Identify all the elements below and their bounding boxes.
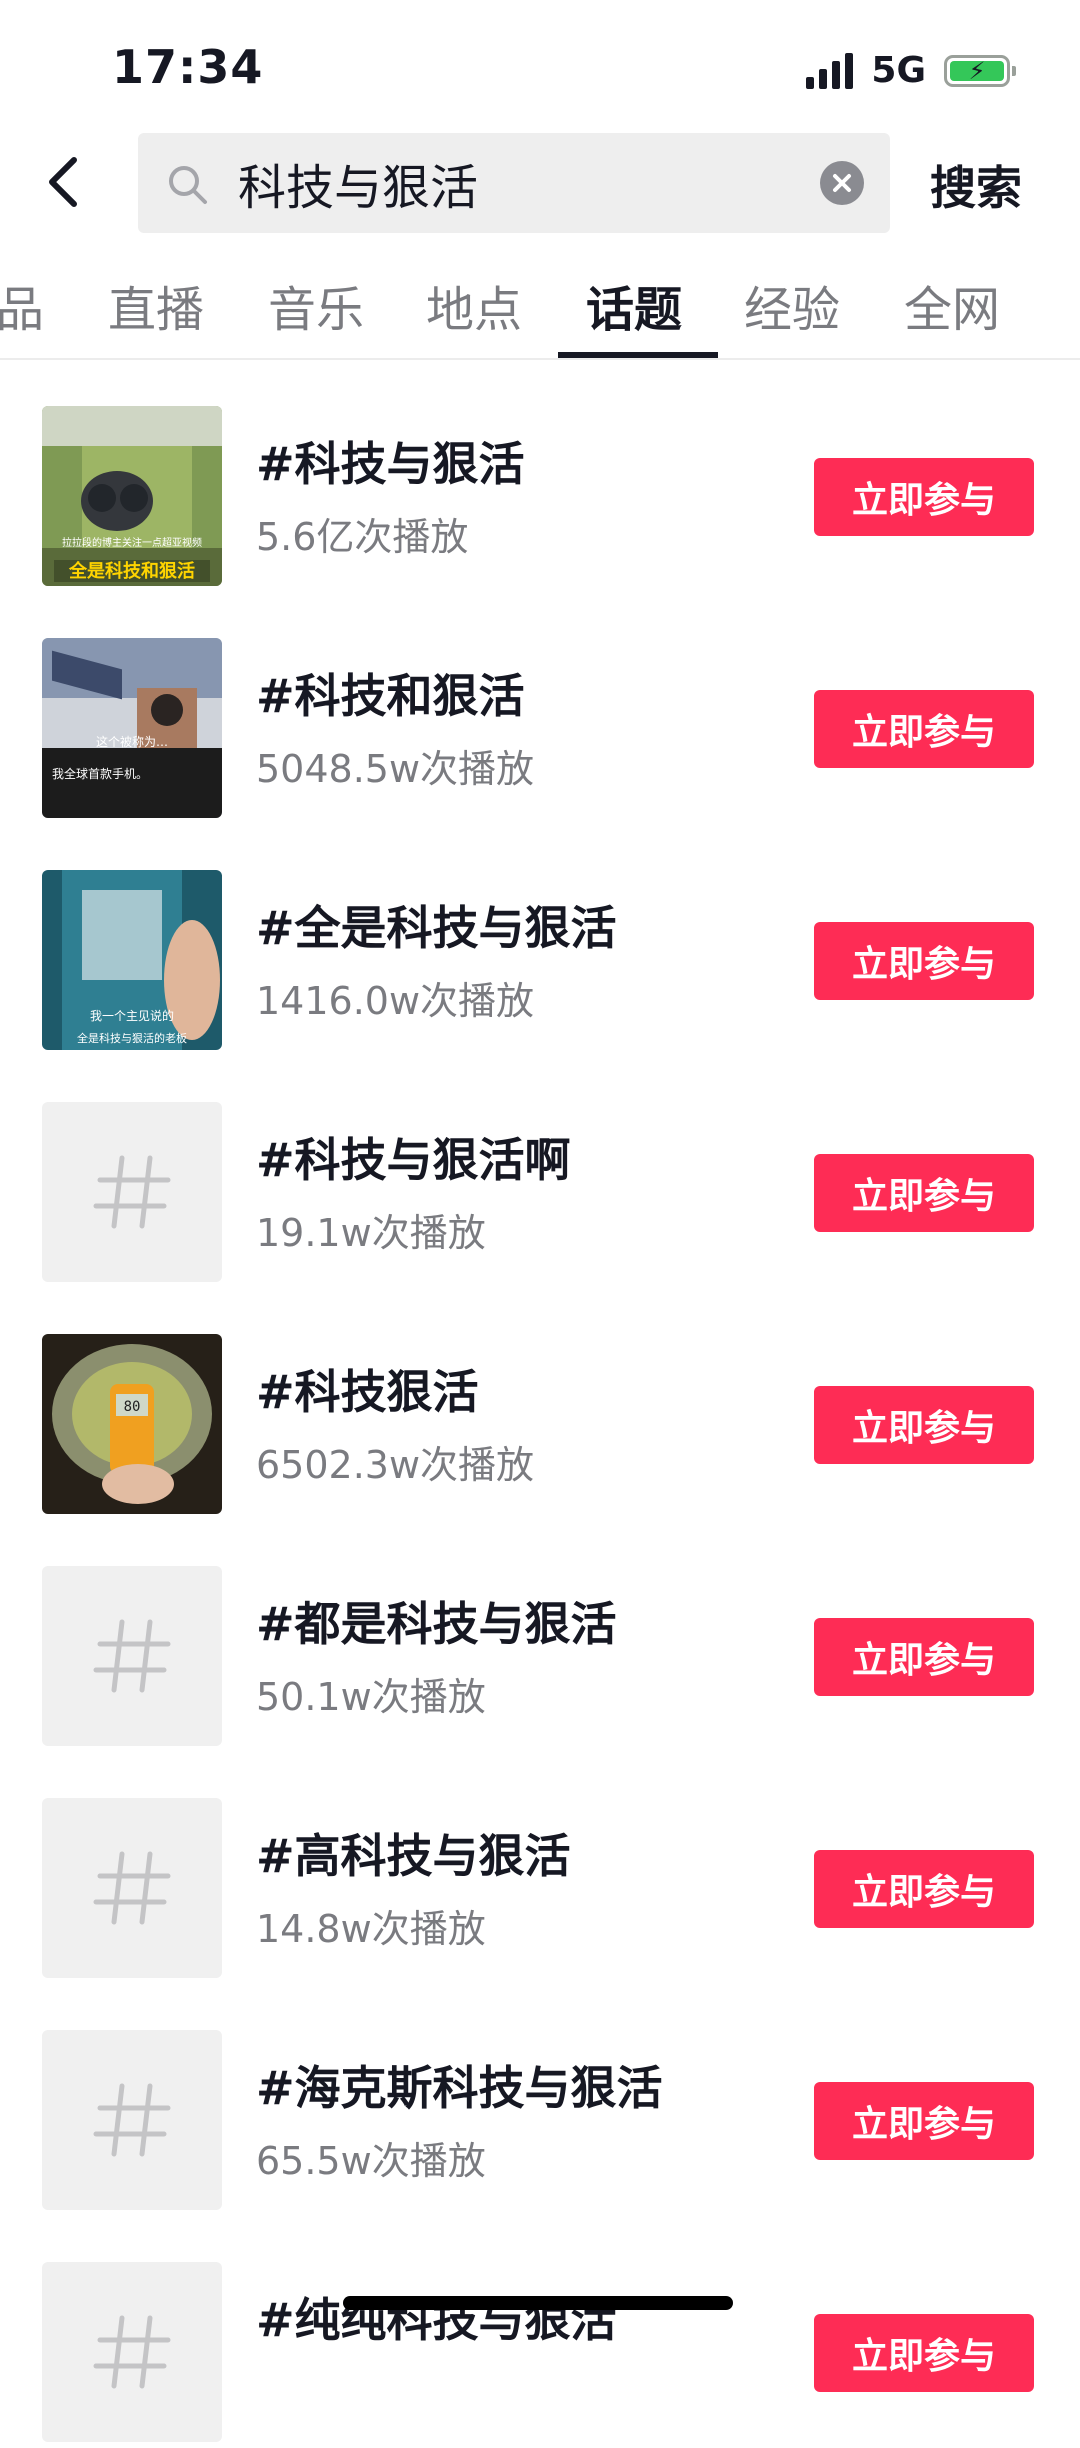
charging-bolt-icon: ⚡ bbox=[968, 56, 986, 85]
hashtag-icon bbox=[93, 1851, 171, 1925]
topic-row[interactable]: #高科技与狠活 14.8w次播放 立即参与 bbox=[0, 1752, 1080, 1984]
topic-row[interactable]: 这个被称为… 我全球首款手机。 #科技和狠活 5048.5w次播放 立即参与 bbox=[0, 592, 1080, 824]
search-icon bbox=[169, 166, 207, 204]
category-tabs: 品 直播 音乐 地点 话题 经验 全网 bbox=[0, 240, 1080, 360]
topic-title: #科技与狠活啊 bbox=[256, 1133, 571, 1187]
topic-row[interactable]: #都是科技与狠活 50.1w次播放 立即参与 bbox=[0, 1520, 1080, 1752]
chevron-left-icon bbox=[49, 157, 77, 207]
join-button[interactable]: 立即参与 bbox=[814, 2314, 1034, 2392]
topic-thumbnail bbox=[42, 1102, 222, 1282]
tab-works[interactable]: 品 bbox=[0, 270, 44, 340]
topic-title: #科技和狠活 bbox=[256, 669, 525, 723]
topic-title: #科技狠活 bbox=[256, 1365, 479, 1419]
join-button[interactable]: 立即参与 bbox=[814, 922, 1034, 1000]
topic-row[interactable]: 80 #科技狠活 6502.3w次播放 立即参与 bbox=[0, 1288, 1080, 1520]
topic-row[interactable]: #科技与狠活啊 19.1w次播放 立即参与 bbox=[0, 1056, 1080, 1288]
back-button[interactable] bbox=[36, 152, 96, 212]
join-button[interactable]: 立即参与 bbox=[814, 1154, 1034, 1232]
topic-row[interactable]: 拉拉段的博主关注一点超亚视频 全是科技和狠活 #科技与狠活 5.6亿次播放 立即… bbox=[0, 360, 1080, 592]
topic-row[interactable]: #海克斯科技与狠活 65.5w次播放 立即参与 bbox=[0, 1984, 1080, 2216]
topic-title: #高科技与狠活 bbox=[256, 1829, 571, 1883]
join-button[interactable]: 立即参与 bbox=[814, 2082, 1034, 2160]
join-button[interactable]: 立即参与 bbox=[814, 1850, 1034, 1928]
hashtag-icon bbox=[93, 1155, 171, 1229]
topic-title: #全是科技与狠活 bbox=[256, 901, 617, 955]
status-indicators: 5G ⚡ bbox=[806, 50, 1016, 91]
tab-places[interactable]: 地点 bbox=[426, 270, 522, 340]
topic-thumbnail: 我一个主见说的 全是科技与狠活的老板 bbox=[42, 870, 222, 1050]
topic-thumbnail bbox=[42, 2262, 222, 2442]
topic-views: 6502.3w次播放 bbox=[256, 1443, 535, 1487]
join-button[interactable]: 立即参与 bbox=[814, 458, 1034, 536]
search-bar: 搜索 bbox=[0, 130, 1080, 234]
svg-text:我全球首款手机。: 我全球首款手机。 bbox=[52, 766, 148, 781]
thumbnail-image: 这个被称为… 我全球首款手机。 bbox=[42, 638, 222, 818]
svg-text:80: 80 bbox=[124, 1399, 141, 1415]
signal-icon bbox=[806, 52, 854, 89]
topic-views: 19.1w次播放 bbox=[256, 1211, 486, 1255]
svg-text:全是科技与狠活的老板: 全是科技与狠活的老板 bbox=[77, 1031, 187, 1045]
topic-thumbnail bbox=[42, 1798, 222, 1978]
tab-topics[interactable]: 话题 bbox=[586, 270, 682, 340]
topic-views: 5.6亿次播放 bbox=[256, 515, 469, 559]
tab-experience[interactable]: 经验 bbox=[744, 270, 840, 340]
topic-title: #都是科技与狠活 bbox=[256, 1597, 617, 1651]
svg-text:我一个主见说的: 我一个主见说的 bbox=[90, 1008, 174, 1023]
home-indicator bbox=[343, 2296, 733, 2310]
status-time: 17:34 bbox=[112, 40, 264, 94]
network-label: 5G bbox=[871, 50, 926, 91]
clear-button[interactable] bbox=[820, 161, 864, 205]
topic-thumbnail bbox=[42, 2030, 222, 2210]
topic-thumbnail bbox=[42, 1566, 222, 1746]
status-bar: 17:34 5G ⚡ bbox=[0, 0, 1080, 130]
svg-text:这个被称为…: 这个被称为… bbox=[96, 734, 168, 749]
svg-text:全是科技和狠活: 全是科技和狠活 bbox=[68, 560, 195, 582]
clear-icon bbox=[833, 174, 851, 192]
thumbnail-image: 80 bbox=[42, 1334, 222, 1514]
topic-title: #海克斯科技与狠活 bbox=[256, 2061, 663, 2115]
search-input[interactable] bbox=[238, 133, 798, 233]
topic-row[interactable]: #纯纯科技与狠活 立即参与 bbox=[0, 2216, 1080, 2448]
topic-title: #科技与狠活 bbox=[256, 437, 525, 491]
topic-title: #纯纯科技与狠活 bbox=[256, 2293, 617, 2347]
topic-views: 5048.5w次播放 bbox=[256, 747, 535, 791]
topic-thumbnail: 这个被称为… 我全球首款手机。 bbox=[42, 638, 222, 818]
thumbnail-image: 我一个主见说的 全是科技与狠活的老板 bbox=[42, 870, 222, 1050]
search-submit-button[interactable]: 搜索 bbox=[930, 152, 1022, 218]
thumbnail-image: 拉拉段的博主关注一点超亚视频 全是科技和狠活 bbox=[42, 406, 222, 586]
topic-views: 1416.0w次播放 bbox=[256, 979, 535, 1023]
topic-thumbnail: 80 bbox=[42, 1334, 222, 1514]
topic-thumbnail: 拉拉段的博主关注一点超亚视频 全是科技和狠活 bbox=[42, 406, 222, 586]
topic-views: 65.5w次播放 bbox=[256, 2139, 486, 2183]
hashtag-icon bbox=[93, 2083, 171, 2157]
hashtag-icon bbox=[93, 2315, 171, 2389]
svg-text:拉拉段的博主关注一点超亚视频: 拉拉段的博主关注一点超亚视频 bbox=[62, 536, 202, 549]
join-button[interactable]: 立即参与 bbox=[814, 690, 1034, 768]
tab-live[interactable]: 直播 bbox=[108, 270, 204, 340]
topic-views: 14.8w次播放 bbox=[256, 1907, 486, 1951]
join-button[interactable]: 立即参与 bbox=[814, 1386, 1034, 1464]
search-box[interactable] bbox=[138, 133, 890, 233]
active-tab-indicator bbox=[558, 352, 718, 358]
join-button[interactable]: 立即参与 bbox=[814, 1618, 1034, 1696]
hashtag-icon bbox=[93, 1619, 171, 1693]
topic-views: 50.1w次播放 bbox=[256, 1675, 486, 1719]
tab-web[interactable]: 全网 bbox=[904, 270, 1000, 340]
tab-music[interactable]: 音乐 bbox=[268, 270, 364, 340]
topic-row[interactable]: 我一个主见说的 全是科技与狠活的老板 #全是科技与狠活 1416.0w次播放 立… bbox=[0, 824, 1080, 1056]
battery-icon: ⚡ bbox=[944, 54, 1016, 87]
